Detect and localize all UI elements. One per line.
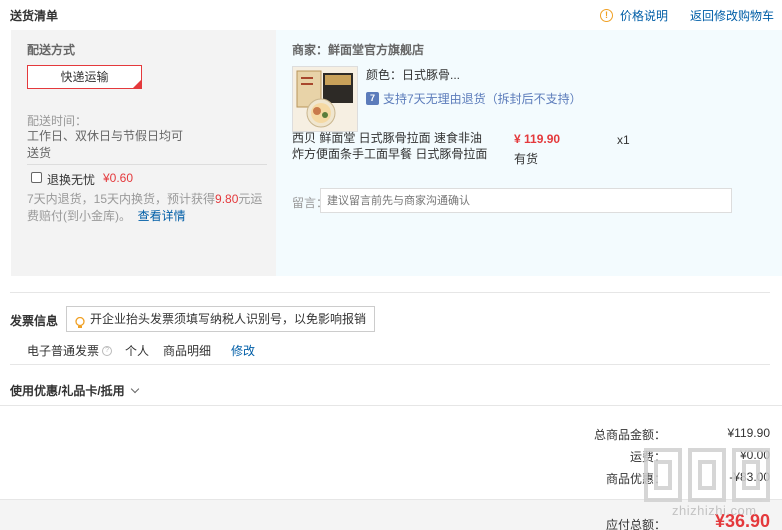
delivery-method-label: 配送方式	[27, 43, 76, 57]
invoice-title: 发票信息	[10, 314, 59, 328]
invoice-tooltip: 开企业抬头发票须填写纳税人识别号，以免影响报销	[66, 306, 376, 332]
product-quantity: x1	[617, 133, 630, 147]
back-to-cart-link[interactable]: 返回修改购物车	[690, 7, 774, 24]
product-color: 颜色：日式豚骨...	[366, 68, 461, 82]
total-goods-value: ¥119.90	[727, 426, 771, 440]
return-desc-amount: 9.80	[215, 192, 239, 206]
divider	[10, 292, 770, 293]
invoice-content: 商品明细	[163, 344, 212, 358]
watermark-text: zhizhizhi.com	[672, 503, 757, 518]
invoice-type-label: 电子普通发票	[27, 344, 100, 358]
return-worry-free-label[interactable]: 退换无忧	[47, 171, 95, 188]
remark-input[interactable]	[320, 188, 732, 213]
view-details-link[interactable]: 查看详情	[138, 209, 186, 223]
invoice-modify-link[interactable]: 修改	[231, 342, 255, 359]
coupon-title-label: 使用优惠/礼品卡/抵用	[10, 384, 125, 398]
product-stock: 有货	[514, 152, 539, 166]
divider	[0, 405, 782, 406]
discount-label: 商品优惠：	[605, 472, 666, 486]
return-worry-free-description: 7天内退货，15天内换货，预计获得9.80元运费赔付(到小金库)。 查看详情	[27, 191, 267, 225]
seven-day-return-icon: 7	[366, 92, 379, 105]
product-name[interactable]: 西贝 鲜面堂 日式豚骨拉面 速食非油炸方便面条手工面早餐 日式豚骨拉面	[292, 130, 492, 162]
chevron-down-icon	[130, 384, 139, 394]
price-note-link[interactable]: ! 价格说明	[600, 7, 668, 24]
invoice-tip-text: 开企业抬头发票须填写纳税人识别号，以免影响报销	[90, 312, 367, 326]
merchant-name: 商家：鲜面堂官方旗舰店	[292, 43, 425, 57]
return-desc-prefix: 7天内退货，15天内换货，预计获得	[27, 192, 216, 206]
return-worry-free-price: ¥0.60	[103, 171, 134, 185]
divider	[27, 164, 267, 165]
lightbulb-icon	[75, 313, 85, 328]
question-icon[interactable]: ?	[102, 345, 113, 356]
payable-total-label: 应付总额：	[605, 518, 666, 530]
discount-value: -¥83.00	[729, 470, 770, 484]
product-image-graphic	[293, 67, 357, 131]
coupon-toggle[interactable]: 使用优惠/礼品卡/抵用	[10, 382, 139, 399]
total-goods-label: 总商品金额：	[593, 428, 666, 442]
return-support-note: 7 支持7天无理由退货（拆封后不支持）	[366, 90, 582, 107]
delivery-time-value: 工作日、双休日与节假日均可送货	[27, 129, 184, 160]
product-image[interactable]	[292, 66, 358, 132]
shipping-fee-value: ¥0.00	[739, 448, 770, 462]
price-note-label: 价格说明	[620, 9, 669, 23]
return-support-text: 支持7天无理由退货（拆封后不支持）	[383, 92, 582, 106]
return-worry-free-checkbox[interactable]	[31, 172, 42, 183]
invoice-type: 电子普通发票 ?	[27, 342, 113, 359]
section-title: 送货清单	[10, 9, 59, 23]
divider	[10, 364, 770, 365]
shipping-fee-label: 运费：	[629, 450, 666, 464]
delivery-method-option[interactable]: 快递运输	[27, 65, 142, 89]
invoice-head: 个人	[125, 344, 150, 358]
delivery-time-label: 配送时间：	[27, 114, 88, 128]
info-icon: !	[600, 9, 613, 22]
product-price: ¥ 119.90	[514, 132, 561, 146]
